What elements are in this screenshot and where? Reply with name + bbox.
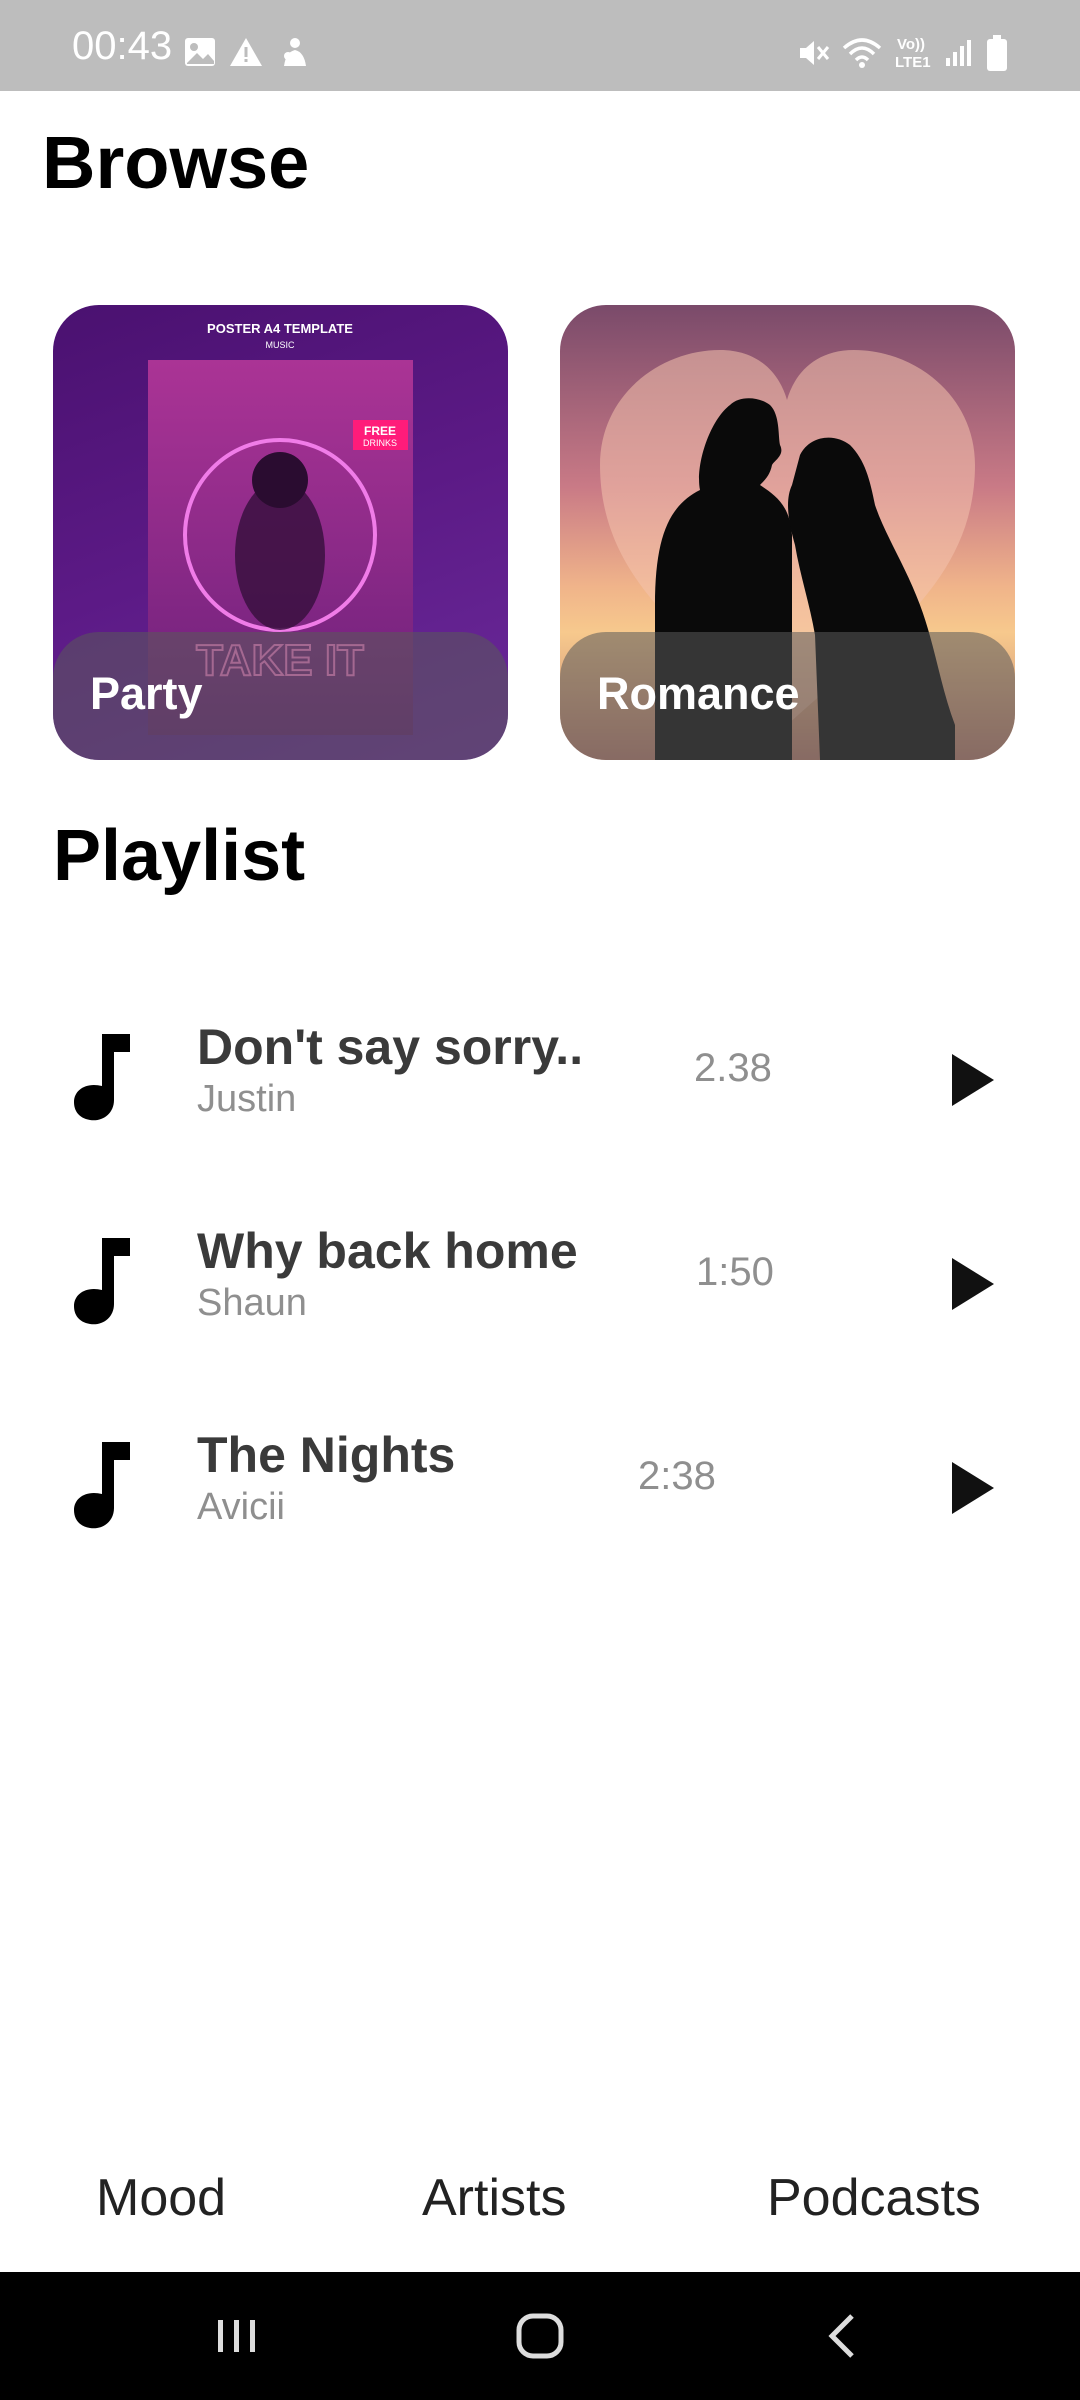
party-card[interactable]: POSTER A4 TEMPLATE MUSIC FREE DRINKS TAK…: [53, 305, 508, 760]
track-title: Don't say sorry..: [197, 1019, 584, 1075]
music-note-icon: [74, 1034, 130, 1121]
play-button[interactable]: [946, 1254, 998, 1314]
svg-text:Vo)): Vo)): [897, 36, 925, 53]
tab-mood[interactable]: Mood: [96, 2168, 226, 2228]
volte-icon: Vo)) LTE1: [895, 36, 931, 71]
navigation-bar: [0, 2272, 1080, 2400]
signal-icon: [946, 40, 971, 66]
mute-icon: [800, 41, 830, 65]
back-icon[interactable]: [818, 2306, 868, 2366]
image-icon: [185, 38, 215, 66]
home-icon[interactable]: [510, 2306, 570, 2366]
battery-icon: [987, 35, 1007, 71]
svg-text:FREE: FREE: [364, 424, 396, 438]
track-row[interactable]: Don't say sorry.. Justin 2.38: [0, 1008, 1080, 1178]
svg-text:POSTER A4 TEMPLATE: POSTER A4 TEMPLATE: [207, 321, 353, 336]
recent-apps-icon[interactable]: [212, 2306, 262, 2366]
music-note-icon: [74, 1238, 130, 1325]
svg-text:LTE1: LTE1: [895, 54, 931, 71]
playlist-title: Playlist: [53, 816, 306, 896]
bottom-tabs: Mood Artists Podcasts: [0, 2150, 1080, 2270]
status-bar: 00:43 Vo)) LTE1: [0, 0, 1080, 91]
track-artist: Avicii: [197, 1486, 285, 1528]
card-label-romance: Romance: [597, 668, 800, 719]
romance-card[interactable]: Romance: [560, 305, 1015, 760]
track-row[interactable]: The Nights Avicii 2:38: [0, 1416, 1080, 1586]
track-row[interactable]: Why back home Shaun 1:50: [0, 1212, 1080, 1382]
track-duration: 2.38: [694, 1046, 772, 1090]
music-note-icon: [74, 1442, 130, 1529]
card-label-party: Party: [90, 668, 203, 719]
play-button[interactable]: [946, 1458, 998, 1518]
status-time: 00:43: [72, 24, 173, 68]
track-artist: Shaun: [197, 1282, 307, 1324]
track-duration: 2:38: [638, 1454, 716, 1498]
warning-icon: [230, 38, 262, 66]
wifi-icon: [842, 38, 882, 68]
track-title: The Nights: [197, 1427, 456, 1483]
track-artist: Justin: [197, 1078, 297, 1120]
tab-artists[interactable]: Artists: [422, 2168, 566, 2228]
browse-title: Browse: [42, 121, 310, 204]
track-title: Why back home: [197, 1223, 578, 1279]
svg-text:MUSIC: MUSIC: [266, 340, 296, 350]
tab-podcasts[interactable]: Podcasts: [767, 2168, 981, 2228]
notification-icon: [284, 38, 306, 66]
svg-text:DRINKS: DRINKS: [363, 438, 397, 448]
track-duration: 1:50: [696, 1250, 774, 1294]
play-button[interactable]: [946, 1050, 998, 1110]
